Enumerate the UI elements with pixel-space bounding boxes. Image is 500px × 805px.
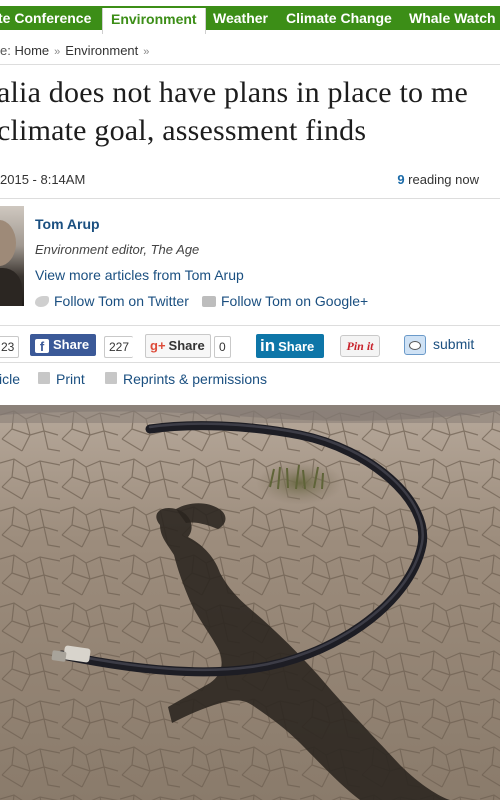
facebook-share-count: 227 [104,336,134,358]
follow-twitter-label: Follow Tom on Twitter [54,293,189,309]
divider [0,362,500,363]
breadcrumb-environment[interactable]: Environment [65,43,138,58]
breadcrumb-separator: » [143,46,150,58]
google-plus-icon: g+ [150,338,166,353]
print-link[interactable]: Print [38,371,85,387]
section-nav: te Conference Environment Weather Climat… [0,0,500,34]
nav-item-weather[interactable]: Weather [213,6,268,30]
breadcrumb-home[interactable]: Home [14,43,49,58]
reddit-icon[interactable] [404,335,426,355]
reading-label: reading now [404,172,479,187]
google-plus-share-label: Share [168,338,205,353]
breadcrumb: e: Home » Environment » [0,40,154,62]
email-article-link[interactable]: icle [0,371,20,387]
divider [0,198,500,199]
article-photo[interactable] [0,405,500,800]
share-bar: 23 f Share 227 g+ Share 0 in Share Pin it s… [0,334,500,358]
printer-icon [38,372,50,384]
author-role: Environment editor, The Age [35,242,200,257]
article-date: 2015 - 8:14AM [0,172,86,187]
reddit-submit-link[interactable]: submit [433,336,474,352]
nav-item-environment[interactable]: Environment [102,8,206,34]
divider [0,325,500,326]
print-label: Print [56,371,85,387]
headline-line: climate goal, assessment finds [0,114,367,147]
linkedin-icon: in [260,336,276,355]
follow-google-label: Follow Tom on Google+ [221,293,369,309]
linkedin-share-button[interactable]: in Share [256,334,324,358]
article-headline: alia does not have plans in place to me … [0,74,500,150]
reading-count: 9 [397,172,405,187]
facebook-share-button[interactable]: f Share [30,334,96,356]
follow-google-link[interactable]: Follow Tom on Google+ [202,293,368,309]
more-articles-link[interactable]: View more articles from Tom Arup [35,267,244,283]
reprints-icon [105,372,117,384]
nav-item-conference[interactable]: te Conference [0,6,91,30]
facebook-share-label: Share [53,337,90,352]
article-tools: icle Print Reprints & permissions [0,370,500,390]
author-avatar[interactable] [0,206,24,306]
author-name[interactable]: Tom Arup [35,216,100,232]
nav-item-whale-watch[interactable]: Whale Watch [409,6,496,30]
follow-twitter-link[interactable]: Follow Tom on Twitter [35,293,189,309]
reprints-label: Reprints & permissions [123,371,267,387]
breadcrumb-prefix: e: [0,43,11,58]
reprints-link[interactable]: Reprints & permissions [105,371,267,387]
drought-hose-photo [0,405,500,800]
google-plus-share-count: 0 [214,336,231,358]
facebook-icon: f [35,339,49,354]
reading-now: 9 reading now [397,172,479,187]
twitter-bird-icon [35,296,49,307]
nav-item-climate-change[interactable]: Climate Change [286,6,392,30]
google-plus-icon [202,296,216,307]
share-count-prev: 23 [0,336,20,358]
breadcrumb-separator: » [54,46,61,58]
pinterest-pin-button[interactable]: Pin it [340,335,380,357]
headline-line: alia does not have plans in place to me [0,76,468,109]
google-plus-share-button[interactable]: g+ Share [145,334,211,358]
linkedin-share-label: Share [278,339,315,354]
divider [0,64,500,65]
